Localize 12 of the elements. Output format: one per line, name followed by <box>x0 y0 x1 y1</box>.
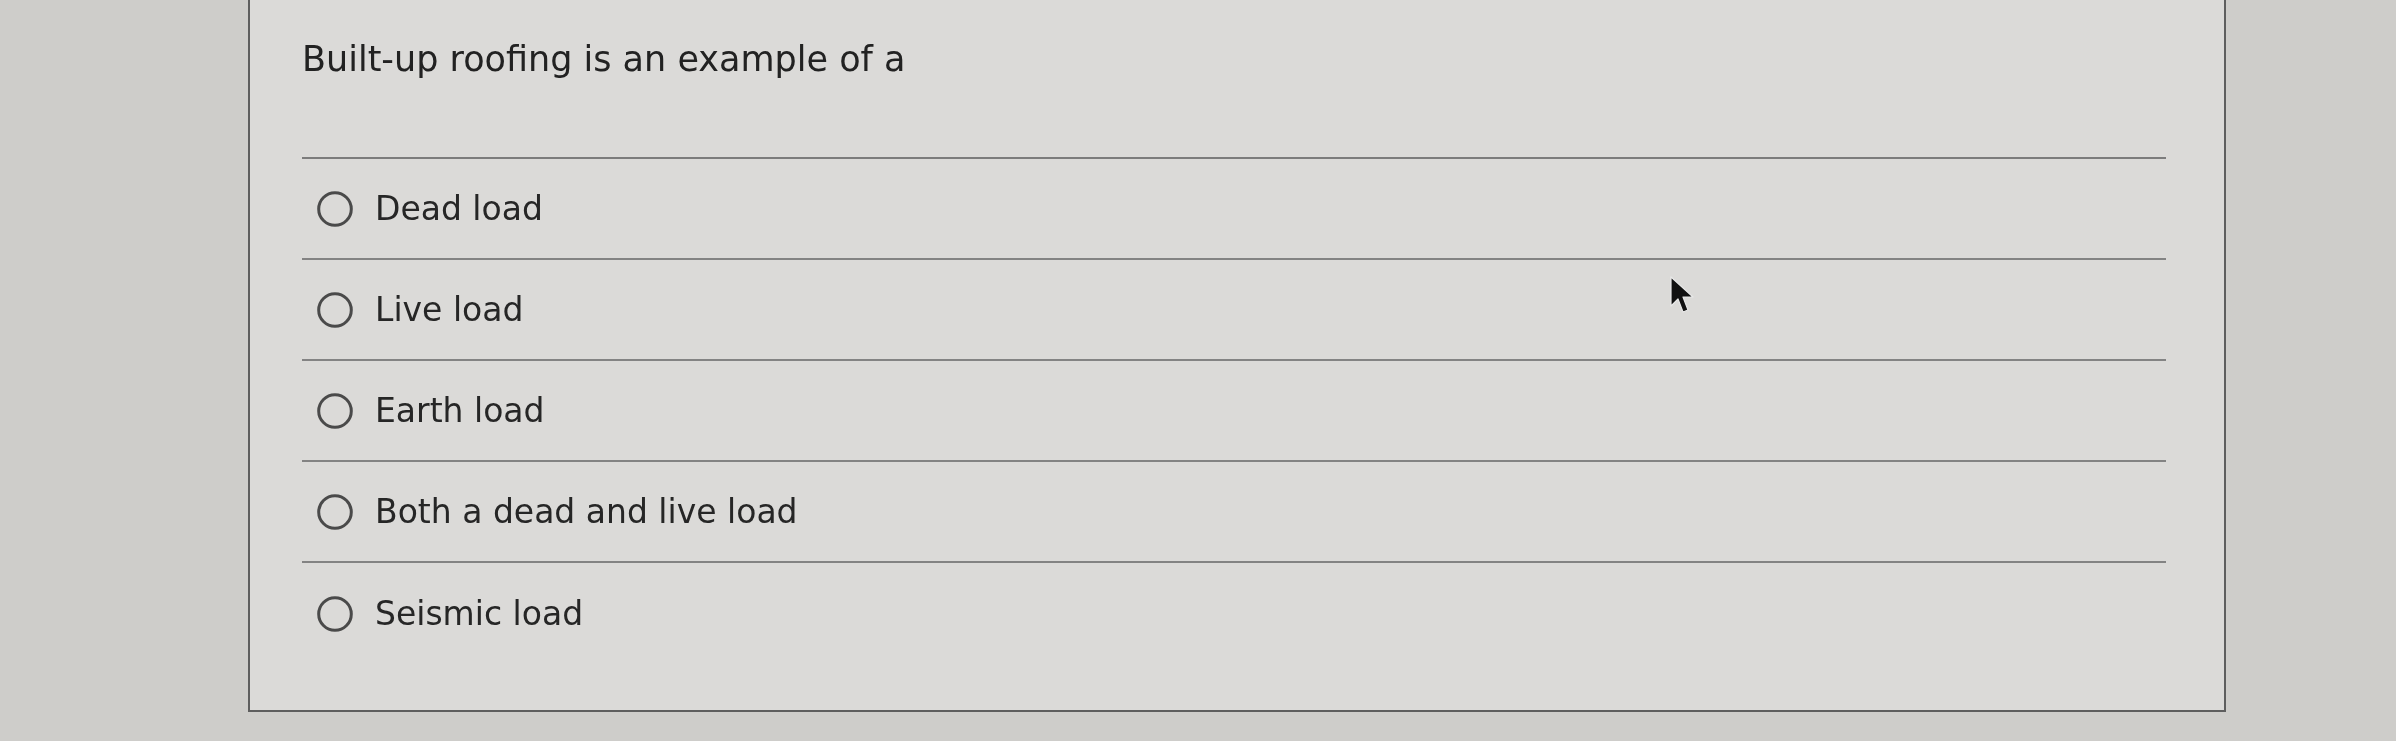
option-label[interactable]: Both a dead and live load <box>375 490 798 533</box>
option-label[interactable]: Earth load <box>375 389 545 432</box>
radio-button[interactable] <box>317 291 353 328</box>
radio-button[interactable] <box>317 190 353 227</box>
radio-button[interactable] <box>317 392 353 429</box>
radio-button[interactable] <box>317 595 353 632</box>
option-label[interactable]: Dead load <box>375 187 543 230</box>
option-label[interactable]: Seismic load <box>375 592 584 635</box>
mouse-pointer-icon <box>1670 276 1694 314</box>
option-label[interactable]: Live load <box>375 288 524 331</box>
question-text: Built-up roofing is an example of a <box>302 38 906 81</box>
radio-button[interactable] <box>317 493 353 530</box>
